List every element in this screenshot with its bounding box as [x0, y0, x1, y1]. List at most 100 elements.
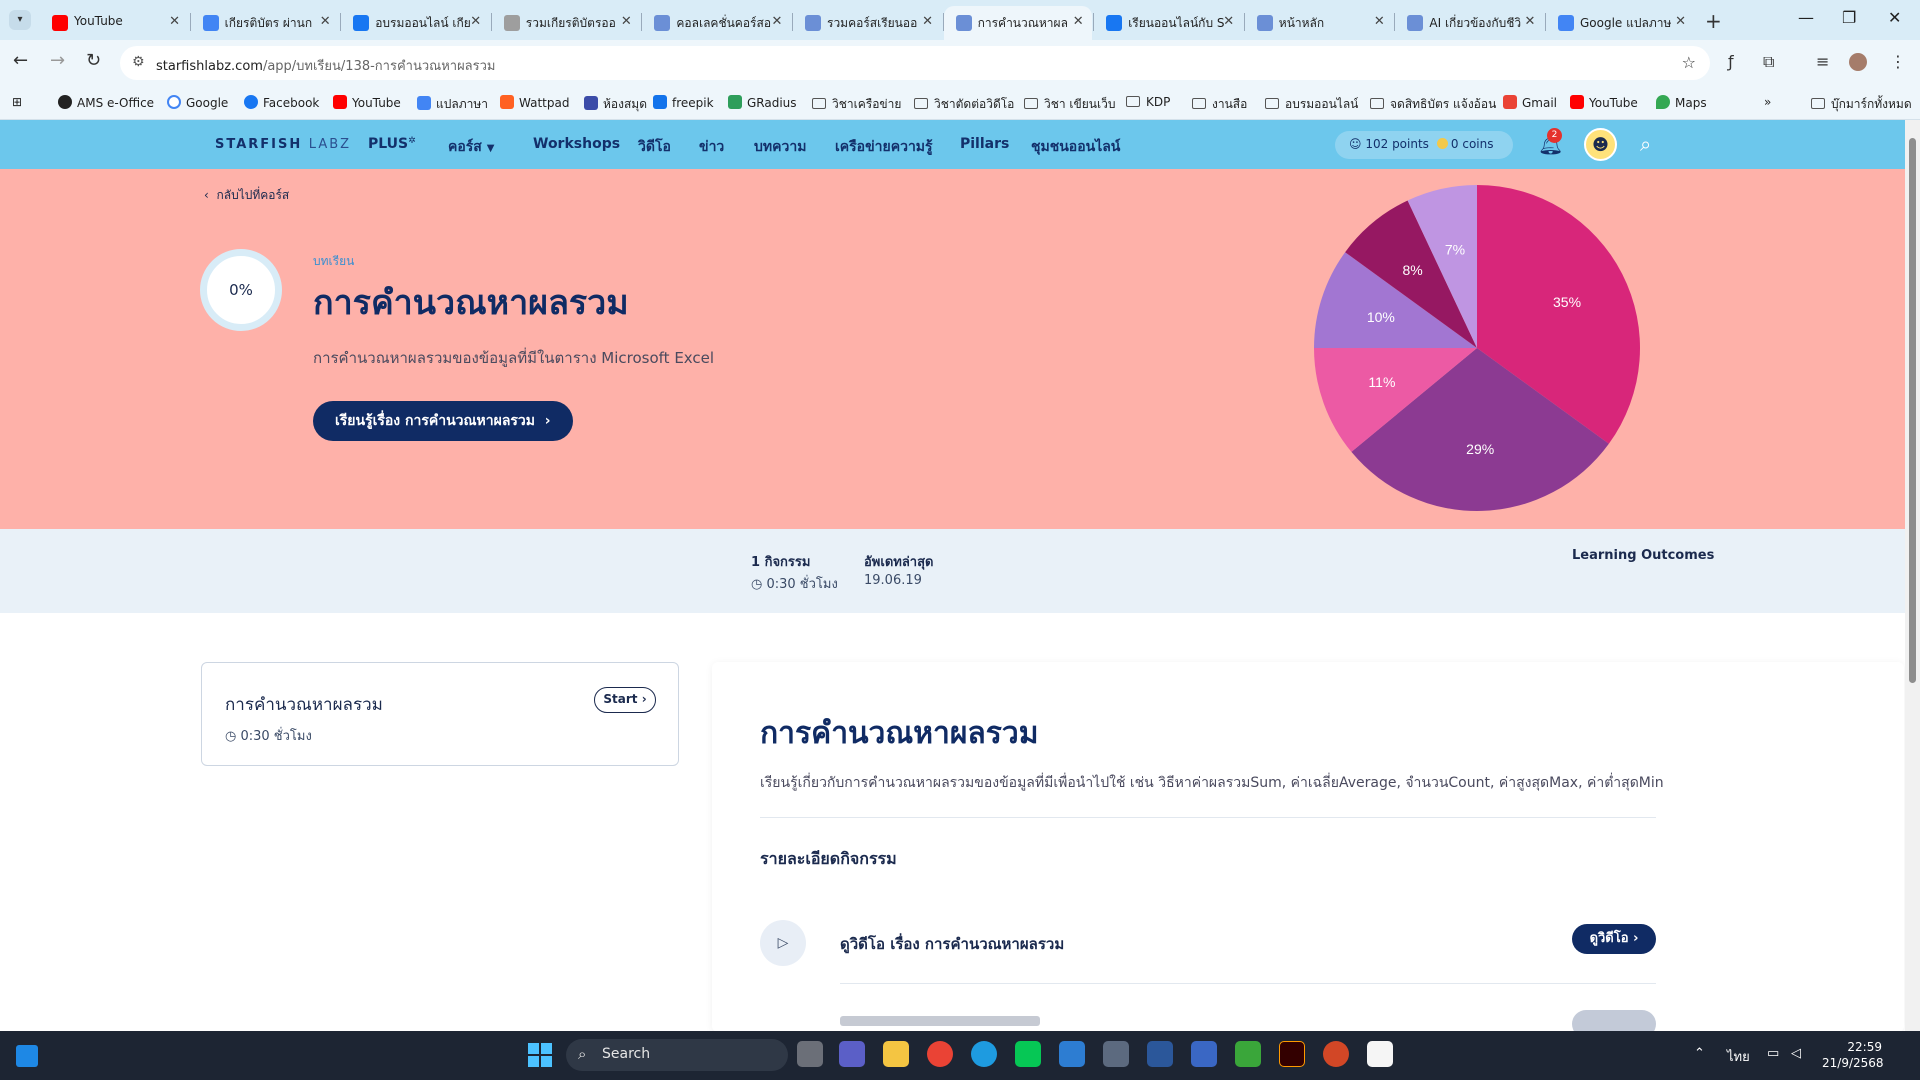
tab-close-icon[interactable]: ✕ — [1524, 14, 1535, 29]
nav-pillars[interactable]: Pillars — [960, 136, 1009, 152]
lesson-card[interactable]: การคำนวณหาผลรวม ◷ 0:30 ชั่วโมง Start › — [201, 662, 679, 766]
forward-arrow-icon[interactable]: → — [50, 50, 65, 71]
app-icon[interactable] — [1191, 1041, 1217, 1067]
nav-articles[interactable]: บทความ — [754, 136, 806, 158]
illustrator-icon[interactable] — [1279, 1041, 1305, 1067]
browser-tab[interactable]: เกียรติบัตร ผ่านก ✕ — [191, 6, 339, 40]
site-info-icon[interactable]: ⚙ — [132, 54, 145, 70]
task-view-icon[interactable] — [797, 1041, 823, 1067]
bookmark-folder-training[interactable]: อบรมออนไลน์ — [1265, 95, 1358, 114]
bookmark-star-icon[interactable]: ☆ — [1682, 53, 1696, 72]
pdf-icon[interactable] — [1367, 1041, 1393, 1067]
chrome-icon[interactable] — [927, 1041, 953, 1067]
puzzle-icon[interactable]: ⧉ — [1763, 52, 1774, 72]
tab-close-icon[interactable]: ✕ — [169, 14, 180, 29]
nav-community[interactable]: ชุมชนออนไลน์ — [1031, 136, 1120, 158]
browser-tab[interactable]: AI เกี่ยวข้องกับชีวิ ✕ — [1395, 6, 1543, 40]
tray-chevron-icon[interactable]: ⌃ — [1694, 1046, 1705, 1061]
search-icon[interactable]: ⌕ — [1640, 132, 1651, 156]
bookmark-folder-web[interactable]: วิชา เขียนเว็บ — [1024, 95, 1115, 114]
scrollbar-thumb[interactable] — [1909, 138, 1916, 683]
browser-tab[interactable]: เรียนออนไลน์กับ S ✕ — [1094, 6, 1242, 40]
apps-grid-icon[interactable]: ⊞ — [12, 95, 22, 109]
bookmark-wattpad[interactable]: Wattpad — [500, 95, 569, 110]
bookmark-google[interactable]: Google — [167, 95, 228, 110]
volume-icon[interactable]: ◁ — [1791, 1046, 1801, 1061]
browser-tab[interactable]: หน้าหลัก ✕ — [1245, 6, 1393, 40]
file-explorer-icon[interactable] — [883, 1041, 909, 1067]
new-tab-button[interactable]: + — [1705, 9, 1722, 33]
media-icon[interactable]: ≡ — [1816, 52, 1829, 71]
bookmark-gmail[interactable]: Gmail — [1503, 95, 1557, 110]
nav-news[interactable]: ข่าว — [699, 136, 724, 158]
store-icon[interactable] — [1059, 1041, 1085, 1067]
tab-close-icon[interactable]: ✕ — [621, 14, 632, 29]
bookmark-youtube[interactable]: YouTube — [333, 95, 401, 110]
network-icon[interactable]: ▭ — [1767, 1046, 1779, 1061]
tab-close-icon[interactable]: ✕ — [1374, 14, 1385, 29]
all-bookmarks-folder[interactable]: บุ๊กมาร์กทั้งหมด — [1811, 95, 1912, 114]
close-window-icon[interactable]: ✕ — [1888, 8, 1901, 27]
browser-tab[interactable]: Google แปลภาษ ✕ — [1546, 6, 1694, 40]
edge-icon[interactable] — [971, 1041, 997, 1067]
bookmark-freepik[interactable]: freepik — [653, 95, 714, 110]
menu-dots-icon[interactable]: ⋮ — [1890, 52, 1906, 71]
tab-close-icon[interactable]: ✕ — [470, 14, 481, 29]
tab-close-icon[interactable]: ✕ — [771, 14, 782, 29]
input-language[interactable]: ไทย — [1727, 1046, 1750, 1067]
bookmark-folder-media[interactable]: งานสือ — [1192, 95, 1247, 114]
bookmark-folder-kdp[interactable]: KDP — [1126, 95, 1170, 109]
tab-close-icon[interactable]: ✕ — [1675, 14, 1686, 29]
nav-video[interactable]: วิดีโอ — [638, 136, 671, 158]
taskbar-search[interactable]: ⌕ Search — [566, 1039, 788, 1071]
notification-bell-icon[interactable]: 🔔︎ 2 — [1538, 128, 1563, 156]
nav-courses[interactable]: คอร์ส ▼ — [448, 136, 494, 158]
extension-icon[interactable]: ƒ — [1728, 52, 1734, 71]
back-to-course-link[interactable]: ‹ กลับไปที่คอร์ส — [204, 186, 289, 205]
watch-video-button[interactable]: ดูวิดีโอ › — [1572, 924, 1656, 954]
browser-tab[interactable]: รวมเกียรติบัตรออ ✕ — [492, 6, 640, 40]
points-coins-pill[interactable]: ☺ 102 points 0 coins — [1335, 131, 1513, 159]
play-icon[interactable]: ▷ — [760, 920, 806, 966]
bookmark-gradius[interactable]: GRadius — [728, 95, 797, 110]
bookmark-folder-patent[interactable]: จดสิทธิบัตร แจ้งอ้อน — [1370, 95, 1496, 114]
starfish-labz-logo[interactable]: STARFISH LABZ — [215, 137, 351, 152]
nav-plus[interactable]: PLUS✲ — [368, 136, 416, 152]
page-scrollbar[interactable] — [1905, 120, 1920, 1031]
windows-start-icon[interactable] — [528, 1043, 552, 1067]
start-button[interactable]: Start › — [594, 687, 656, 713]
back-arrow-icon[interactable]: ← — [13, 50, 28, 71]
more-bookmarks-icon[interactable]: » — [1764, 95, 1771, 109]
nav-network[interactable]: เครือข่ายความรู้ — [835, 136, 933, 158]
learning-outcomes-tab[interactable]: Learning Outcomes — [1572, 548, 1714, 563]
browser-tab[interactable]: การคำนวณหาผล ✕ — [943, 6, 1092, 40]
bookmark-folder-network[interactable]: วิชาเครือข่าย — [812, 95, 901, 114]
bookmark-maps[interactable]: Maps — [1656, 95, 1707, 110]
nav-workshops[interactable]: Workshops — [533, 136, 620, 152]
tab-close-icon[interactable]: ✕ — [922, 14, 933, 29]
tab-close-icon[interactable]: ✕ — [1073, 14, 1084, 29]
reload-icon[interactable]: ↻ — [86, 50, 101, 71]
bookmark-folder-video[interactable]: วิชาตัดต่อวิดีโอ — [914, 95, 1014, 114]
bookmark-translate[interactable]: แปลภาษา — [417, 95, 488, 114]
avatar[interactable]: ☻ — [1584, 128, 1617, 161]
bookmark-ams[interactable]: AMS e-Office — [58, 95, 154, 110]
learn-lesson-button[interactable]: เรียนรู้เรื่อง การคำนวณหาผลรวม › — [313, 401, 573, 441]
tab-close-icon[interactable]: ✕ — [1223, 14, 1234, 29]
bookmark-library[interactable]: ห้องสมุด — [584, 95, 647, 114]
bookmark-facebook[interactable]: Facebook — [244, 95, 319, 110]
activity-title[interactable]: ดูวิดีโอ เรื่อง การคำนวณหาผลรวม — [840, 932, 1064, 956]
line-icon[interactable] — [1015, 1041, 1041, 1067]
powerpoint-icon[interactable] — [1323, 1041, 1349, 1067]
app-icon[interactable] — [1147, 1041, 1173, 1067]
taskbar-clock[interactable]: 22:59 21/9/2568 — [1822, 1039, 1884, 1071]
browser-tab[interactable]: รวมคอร์สเรียนออ ✕ — [793, 6, 941, 40]
widgets-icon[interactable] — [16, 1045, 38, 1067]
teams-icon[interactable] — [839, 1041, 865, 1067]
tab-close-icon[interactable]: ✕ — [320, 14, 331, 29]
browser-tab[interactable]: YouTube ✕ — [40, 6, 188, 40]
minimize-icon[interactable]: — — [1798, 8, 1814, 27]
tab-search-button[interactable]: ▾ — [9, 10, 31, 30]
minecraft-icon[interactable] — [1235, 1041, 1261, 1067]
address-bar[interactable]: ⚙ starfishlabz.com/app/บทเรียน/138-การคำ… — [120, 46, 1710, 80]
